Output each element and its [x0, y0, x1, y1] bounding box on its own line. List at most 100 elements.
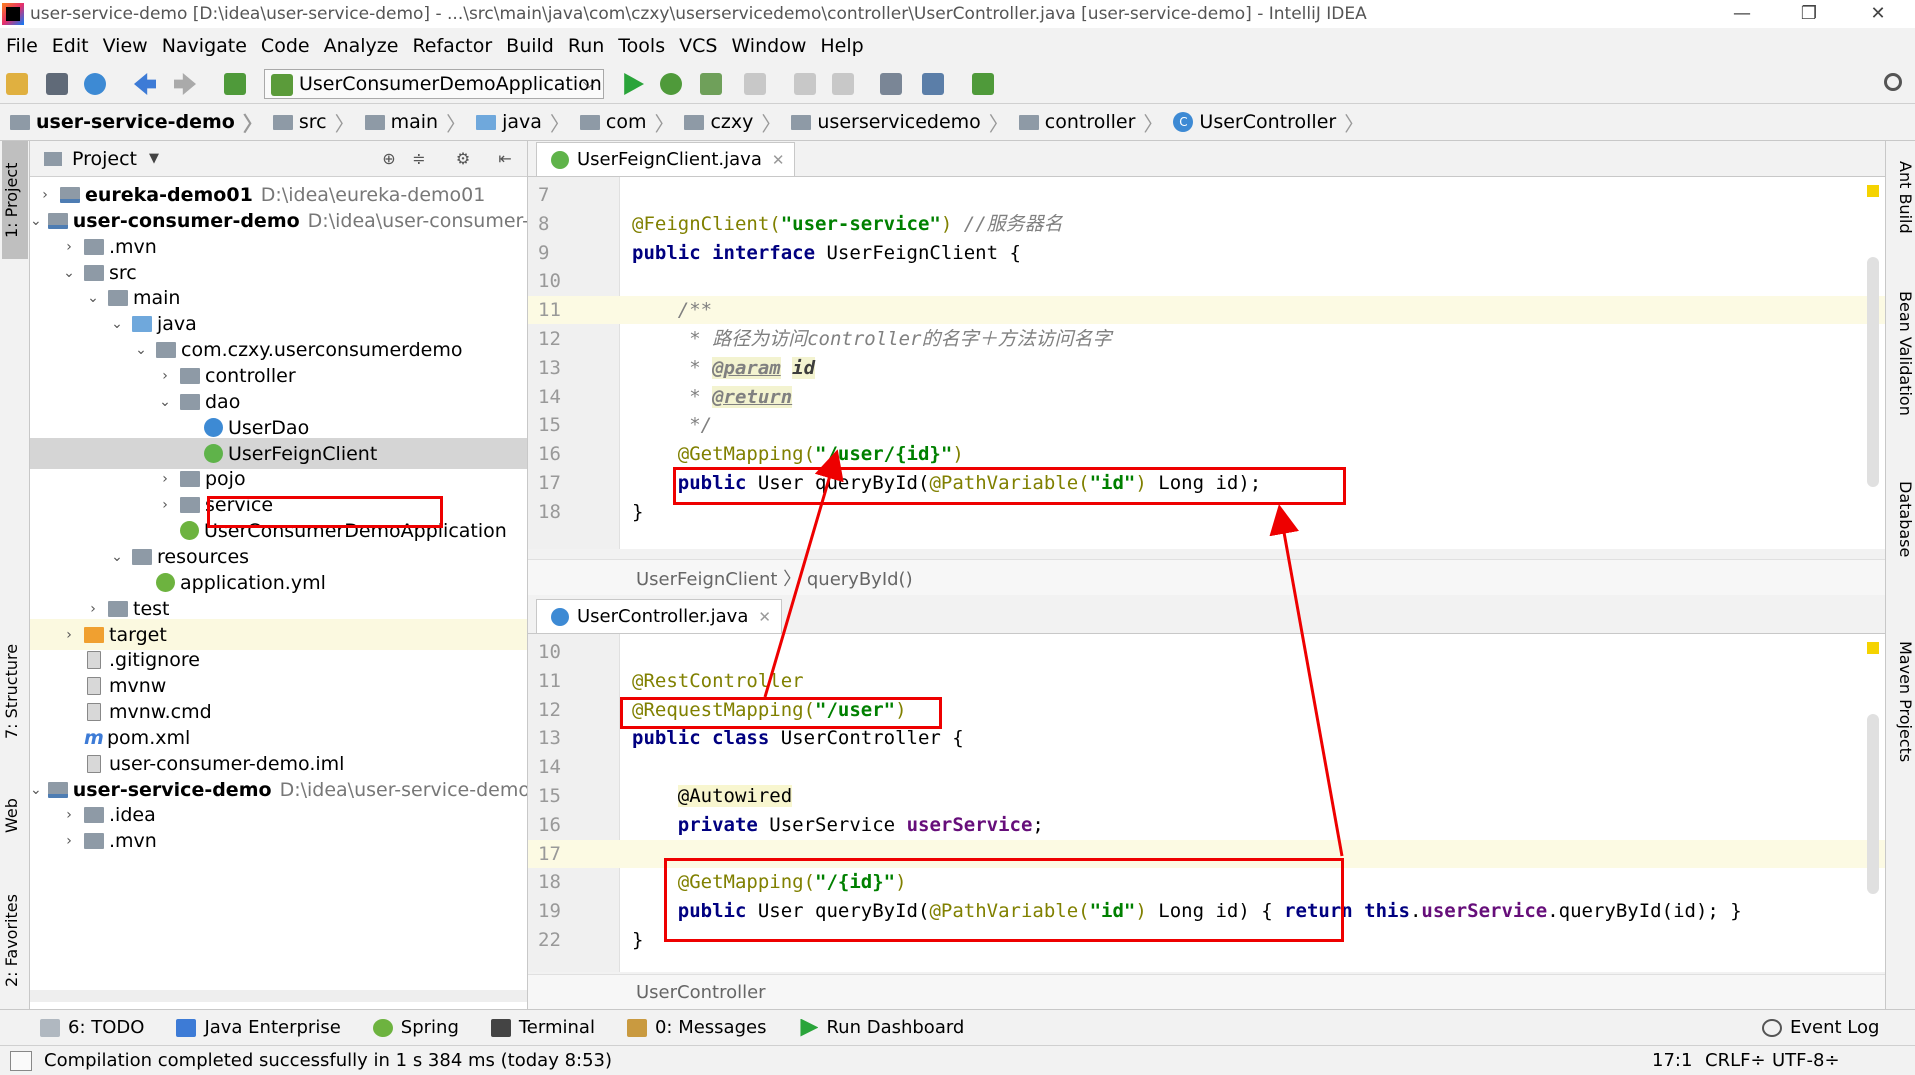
sdk-manager-icon[interactable] [972, 73, 994, 95]
menu-code[interactable]: Code [261, 35, 310, 57]
breadcrumb-item[interactable]: user-service-demo 〉 [10, 108, 263, 137]
code-line[interactable]: 10 [528, 638, 1885, 666]
project-structure-icon[interactable] [922, 73, 944, 95]
code-line[interactable]: 12 * 路径为访问controller的名字＋方法访问名字 [528, 325, 1885, 353]
code-line[interactable]: 7 [528, 181, 1885, 209]
tool-window-maven-projects[interactable]: Maven Projects [1889, 641, 1915, 841]
tool-tab-terminal[interactable]: Terminal [490, 1017, 595, 1038]
module-icon [60, 186, 80, 203]
breadcrumb-item[interactable]: com 〉 [579, 108, 674, 137]
tool-window-bean-validation[interactable]: Bean Validation [1889, 291, 1915, 491]
tool-window-ant-build[interactable]: Ant Build [1889, 161, 1915, 281]
code-line[interactable]: 10 [528, 267, 1885, 295]
tool-window-web[interactable]: Web [2, 781, 28, 851]
horizontal-scrollbar[interactable] [30, 990, 527, 1002]
code-line[interactable]: 14 * @return [528, 383, 1885, 411]
close-icon[interactable]: ✕ [758, 608, 771, 626]
vcs-commit-icon[interactable] [832, 73, 854, 95]
close-icon[interactable]: ✕ [772, 151, 785, 169]
run-configuration-select[interactable]: UserConsumerDemoApplication ⌵ [264, 69, 604, 99]
tool-window-structure[interactable]: 7: Structure [2, 631, 28, 751]
gear-icon[interactable]: ⚙ [454, 150, 472, 168]
save-icon[interactable] [46, 73, 68, 95]
breadcrumb-item[interactable]: src 〉 [272, 108, 355, 137]
menu-run[interactable]: Run [568, 35, 604, 57]
tool-tab-run-dashboard[interactable]: Run Dashboard [798, 1017, 964, 1038]
stop-icon[interactable] [744, 73, 766, 95]
project-panel-title[interactable]: Project [72, 148, 137, 170]
text-file-icon [87, 702, 101, 721]
search-everywhere-icon[interactable] [1884, 73, 1902, 91]
open-folder-icon[interactable] [6, 73, 28, 95]
forward-arrow-icon[interactable] [174, 73, 196, 95]
breadcrumb-item[interactable]: main 〉 [364, 108, 466, 137]
tab-usercontroller[interactable]: UserController.java ✕ [536, 599, 782, 633]
breadcrumb-item[interactable]: controller 〉 [1018, 108, 1163, 137]
tool-tab-event-log[interactable]: Event Log [1762, 1017, 1879, 1038]
vcs-update-icon[interactable] [794, 73, 816, 95]
menu-refactor[interactable]: Refactor [412, 35, 492, 57]
menu-view[interactable]: View [103, 35, 148, 57]
code-line[interactable]: 14 [528, 753, 1885, 781]
tool-tab-messages[interactable]: 0: Messages [626, 1017, 766, 1038]
code-line[interactable]: 16 @GetMapping("/user/{id}") [528, 440, 1885, 468]
tool-tab-spring[interactable]: Spring [372, 1017, 459, 1038]
code-line[interactable]: 9 public interface UserFeignClient { [528, 239, 1885, 267]
code-text: @Autowired [677, 785, 793, 807]
vertical-scrollbar[interactable] [1867, 714, 1879, 894]
tree-item-mvn-2[interactable]: › .mvn [30, 825, 527, 856]
code-line[interactable]: 11 @RestController [528, 667, 1885, 695]
menu-window[interactable]: Window [731, 35, 806, 57]
settings-wrench-icon[interactable] [880, 73, 902, 95]
sync-icon[interactable] [84, 73, 106, 95]
code-line[interactable]: 8 @FeignClient("user-service") //服务器名 [528, 210, 1885, 238]
code-line[interactable]: 11 /** [528, 296, 1885, 325]
breadcrumb-item[interactable]: java 〉 [476, 108, 570, 137]
menu-help[interactable]: Help [820, 35, 863, 57]
toggle-tool-windows-icon[interactable] [10, 1050, 32, 1071]
tool-tab-todo[interactable]: 6: TODO [40, 1017, 144, 1038]
debug-icon[interactable] [660, 73, 682, 95]
menu-vcs[interactable]: VCS [679, 35, 717, 57]
vertical-scrollbar[interactable] [1867, 257, 1879, 487]
code-line[interactable]: 15 */ [528, 411, 1885, 439]
close-window-button[interactable]: ✕ [1855, 0, 1901, 28]
caret-position[interactable]: 17:1 [1652, 1050, 1692, 1071]
line-separator[interactable]: CRLF÷ [1705, 1050, 1766, 1071]
locate-target-icon[interactable]: ⊕ [380, 150, 398, 168]
tool-window-database[interactable]: Database [1889, 481, 1915, 621]
tool-window-project[interactable]: 1: Project [2, 141, 28, 259]
editor-tabbar-top: UserFeignClient.java ✕ [528, 141, 1885, 177]
collapse-all-icon[interactable]: ≑ [410, 150, 428, 168]
terminal-icon [490, 1018, 511, 1037]
menu-build[interactable]: Build [506, 35, 554, 57]
back-arrow-icon[interactable] [134, 73, 156, 95]
menu-tools[interactable]: Tools [618, 35, 665, 57]
line-number: 7 [538, 184, 550, 206]
minimize-button[interactable]: — [1719, 0, 1765, 28]
menu-analyze[interactable]: Analyze [324, 35, 399, 57]
tool-window-favorites[interactable]: 2: Favorites [2, 876, 28, 1006]
menu-edit[interactable]: Edit [52, 35, 89, 57]
package-icon [180, 496, 200, 513]
editor-breadcrumb-bottom[interactable]: UserController [528, 974, 1885, 1010]
code-line[interactable]: 13 * @param id [528, 354, 1885, 382]
tool-tab-java-enterprise[interactable]: Java Enterprise [176, 1017, 341, 1038]
chevron-down-icon[interactable]: ▼ [149, 151, 159, 166]
menu-navigate[interactable]: Navigate [162, 35, 247, 57]
inspection-status-icon [1867, 642, 1879, 654]
run-with-coverage-icon[interactable] [700, 73, 722, 95]
tab-userfeignclient[interactable]: UserFeignClient.java ✕ [536, 142, 796, 176]
code-line[interactable]: 15 @Autowired [528, 782, 1885, 810]
menu-file[interactable]: File [6, 35, 38, 57]
breadcrumb-item[interactable]: userservicedemo 〉 [791, 108, 1009, 137]
editor-breadcrumb-top[interactable]: UserFeignClient 〉 queryById() [528, 559, 1885, 595]
code-line[interactable]: 16 private UserService userService; [528, 811, 1885, 839]
file-encoding[interactable]: UTF-8÷ [1772, 1050, 1840, 1071]
breadcrumb-item[interactable]: C UserController 〉 [1173, 108, 1364, 137]
build-project-icon[interactable] [224, 73, 246, 95]
run-icon[interactable] [624, 73, 644, 95]
restore-button[interactable]: ❐ [1786, 0, 1832, 28]
hide-panel-icon[interactable]: ⇤ [496, 150, 514, 168]
breadcrumb-item[interactable]: czxy 〉 [684, 108, 781, 137]
